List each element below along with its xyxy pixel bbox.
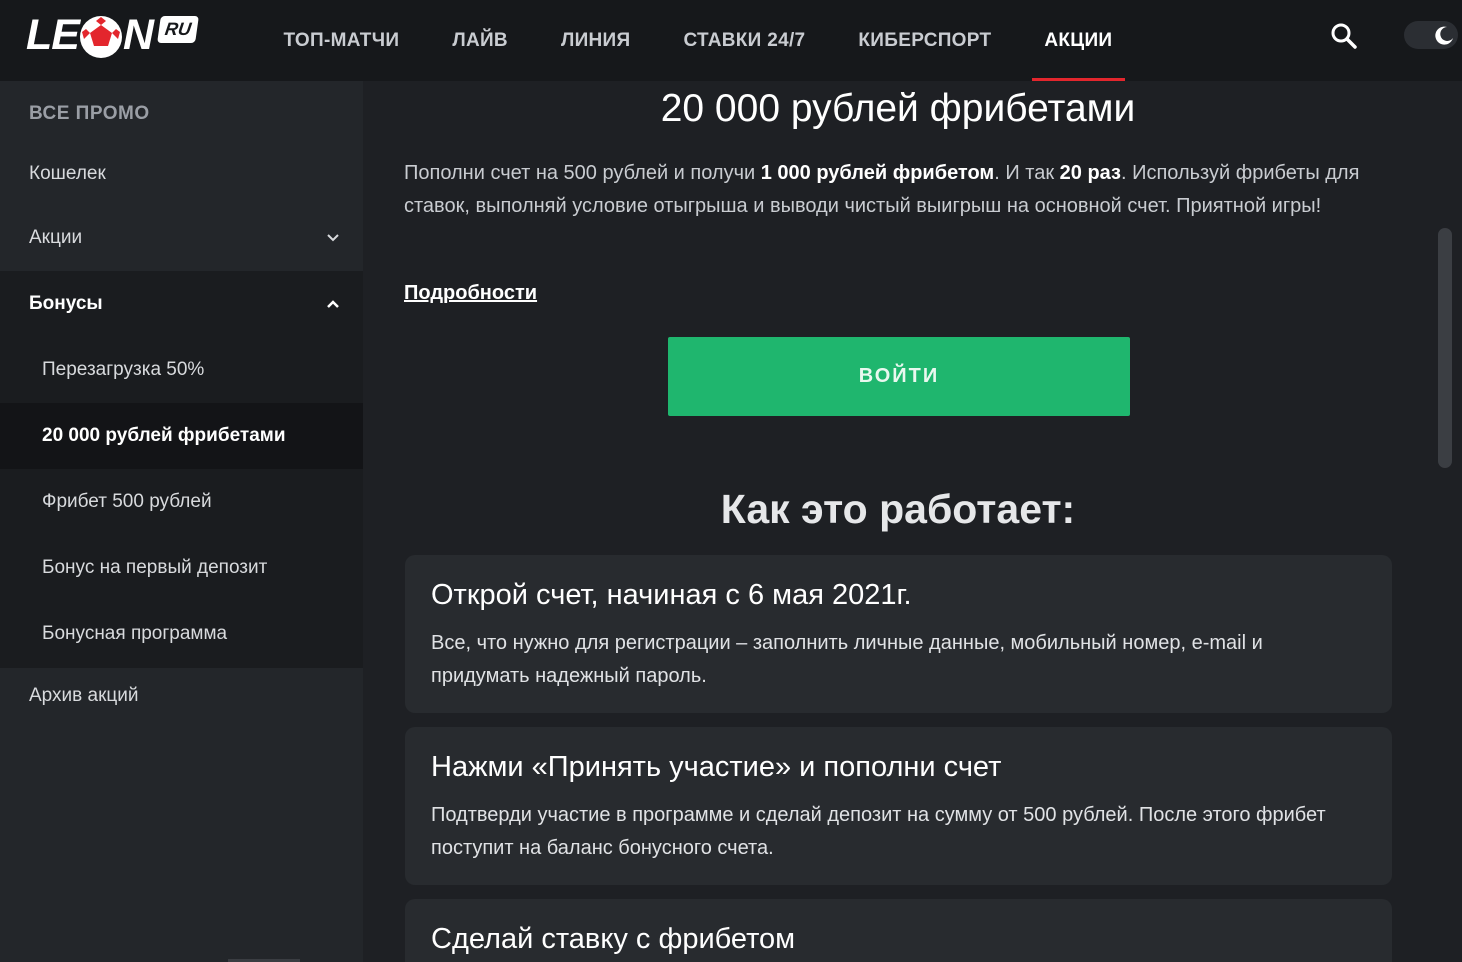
sidebar-subitem-20000-freebets[interactable]: 20 000 рублей фрибетами bbox=[0, 403, 363, 469]
main-nav: ТОП-МАТЧИ ЛАЙВ ЛИНИЯ СТАВКИ 24/7 КИБЕРСП… bbox=[257, 0, 1139, 81]
nav-bets-247[interactable]: СТАВКИ 24/7 bbox=[657, 0, 832, 81]
desc-text: Пополни счет на 500 рублей и получи bbox=[404, 162, 761, 184]
sidebar-item-wallet[interactable]: Кошелек bbox=[0, 143, 363, 205]
sidebar-item-bonuses[interactable]: Бонусы bbox=[0, 271, 363, 337]
nav-live[interactable]: ЛАЙВ bbox=[426, 0, 535, 81]
chevron-down-icon bbox=[327, 234, 339, 242]
nav-line[interactable]: ЛИНИЯ bbox=[534, 0, 657, 81]
promo-content: 20 000 рублей фрибетами Пополни счет на … bbox=[363, 81, 1435, 962]
soccer-ball-icon bbox=[79, 16, 122, 58]
main-scrollbar-track[interactable] bbox=[1435, 81, 1462, 962]
step-card: Нажми «Принять участие» и пополни счет П… bbox=[405, 727, 1392, 885]
desc-text: . И так bbox=[994, 162, 1060, 184]
sidebar-subitem-reload-50[interactable]: Перезагрузка 50% bbox=[0, 337, 363, 403]
logo-badge: RU bbox=[157, 15, 199, 43]
nav-promotions[interactable]: АКЦИИ bbox=[1018, 0, 1139, 81]
sidebar-subitem-first-deposit-bonus[interactable]: Бонус на первый депозит bbox=[0, 535, 363, 601]
login-button[interactable]: ВОЙТИ bbox=[668, 337, 1130, 416]
step-title: Открой счет, начиная с 6 мая 2021г. bbox=[431, 579, 912, 611]
main-scrollbar-thumb[interactable] bbox=[1438, 228, 1452, 468]
sidebar-item-archive[interactable]: Архив акций bbox=[0, 669, 363, 723]
sidebar-subitem-label: Фрибет 500 рублей bbox=[42, 491, 212, 512]
step-text: Подтверди участие в программе и сделай д… bbox=[431, 804, 1326, 859]
leon-logo[interactable]: LE N RU bbox=[26, 12, 232, 58]
theme-toggle[interactable] bbox=[1404, 21, 1458, 49]
promo-title: 20 000 рублей фрибетами bbox=[660, 87, 1136, 130]
chevron-up-icon bbox=[327, 300, 339, 308]
sidebar-item-label: Кошелек bbox=[29, 163, 106, 184]
step-text: Все, что нужно для регистрации – заполни… bbox=[431, 632, 1263, 687]
sidebar-item-label: Архив акций bbox=[29, 685, 139, 706]
step-title: Сделай ставку с фрибетом bbox=[431, 923, 796, 955]
details-link[interactable]: Подробности bbox=[404, 282, 537, 305]
sidebar-item-label: Акции bbox=[29, 227, 83, 248]
sidebar-heading-all-promo[interactable]: ВСЕ ПРОМО bbox=[0, 95, 363, 133]
logo-text-left: LE bbox=[26, 11, 80, 59]
sidebar-subitem-label: 20 000 рублей фрибетами bbox=[42, 425, 286, 446]
sidebar-subitem-label: Бонусная программа bbox=[42, 623, 228, 644]
search-icon[interactable] bbox=[1328, 20, 1360, 52]
promo-sidebar: ВСЕ ПРОМО Кошелек Акции Бонусы Перезагру… bbox=[0, 81, 363, 962]
nav-top-matches[interactable]: ТОП-МАТЧИ bbox=[257, 0, 426, 81]
promo-description: Пополни счет на 500 рублей и получи 1 00… bbox=[404, 157, 1394, 223]
sidebar-subitem-freebet-500[interactable]: Фрибет 500 рублей bbox=[0, 469, 363, 535]
logo-text-right: N bbox=[122, 11, 154, 59]
nav-esports[interactable]: КИБЕРСПОРТ bbox=[832, 0, 1018, 81]
desc-bold-times: 20 раз bbox=[1059, 162, 1121, 184]
step-card: Открой счет, начиная с 6 мая 2021г. Все,… bbox=[405, 555, 1392, 713]
sidebar-item-promotions[interactable]: Акции bbox=[0, 205, 363, 271]
top-navigation-bar: LE N RU ТОП-МАТЧИ ЛАЙВ ЛИНИЯ СТАВКИ 24/7… bbox=[0, 0, 1462, 81]
sidebar-item-label: Бонусы bbox=[29, 293, 103, 314]
step-card: Сделай ставку с фрибетом bbox=[405, 899, 1392, 962]
moon-icon bbox=[1434, 25, 1454, 45]
step-title: Нажми «Принять участие» и пополни счет bbox=[431, 751, 1002, 783]
sidebar-subitem-bonus-program[interactable]: Бонусная программа bbox=[0, 601, 363, 667]
how-it-works-title: Как это работает: bbox=[720, 486, 1076, 532]
desc-bold-amount: 1 000 рублей фрибетом bbox=[760, 162, 995, 184]
sidebar-subitem-label: Бонус на первый депозит bbox=[42, 557, 268, 578]
sidebar-subitem-label: Перезагрузка 50% bbox=[42, 359, 205, 380]
